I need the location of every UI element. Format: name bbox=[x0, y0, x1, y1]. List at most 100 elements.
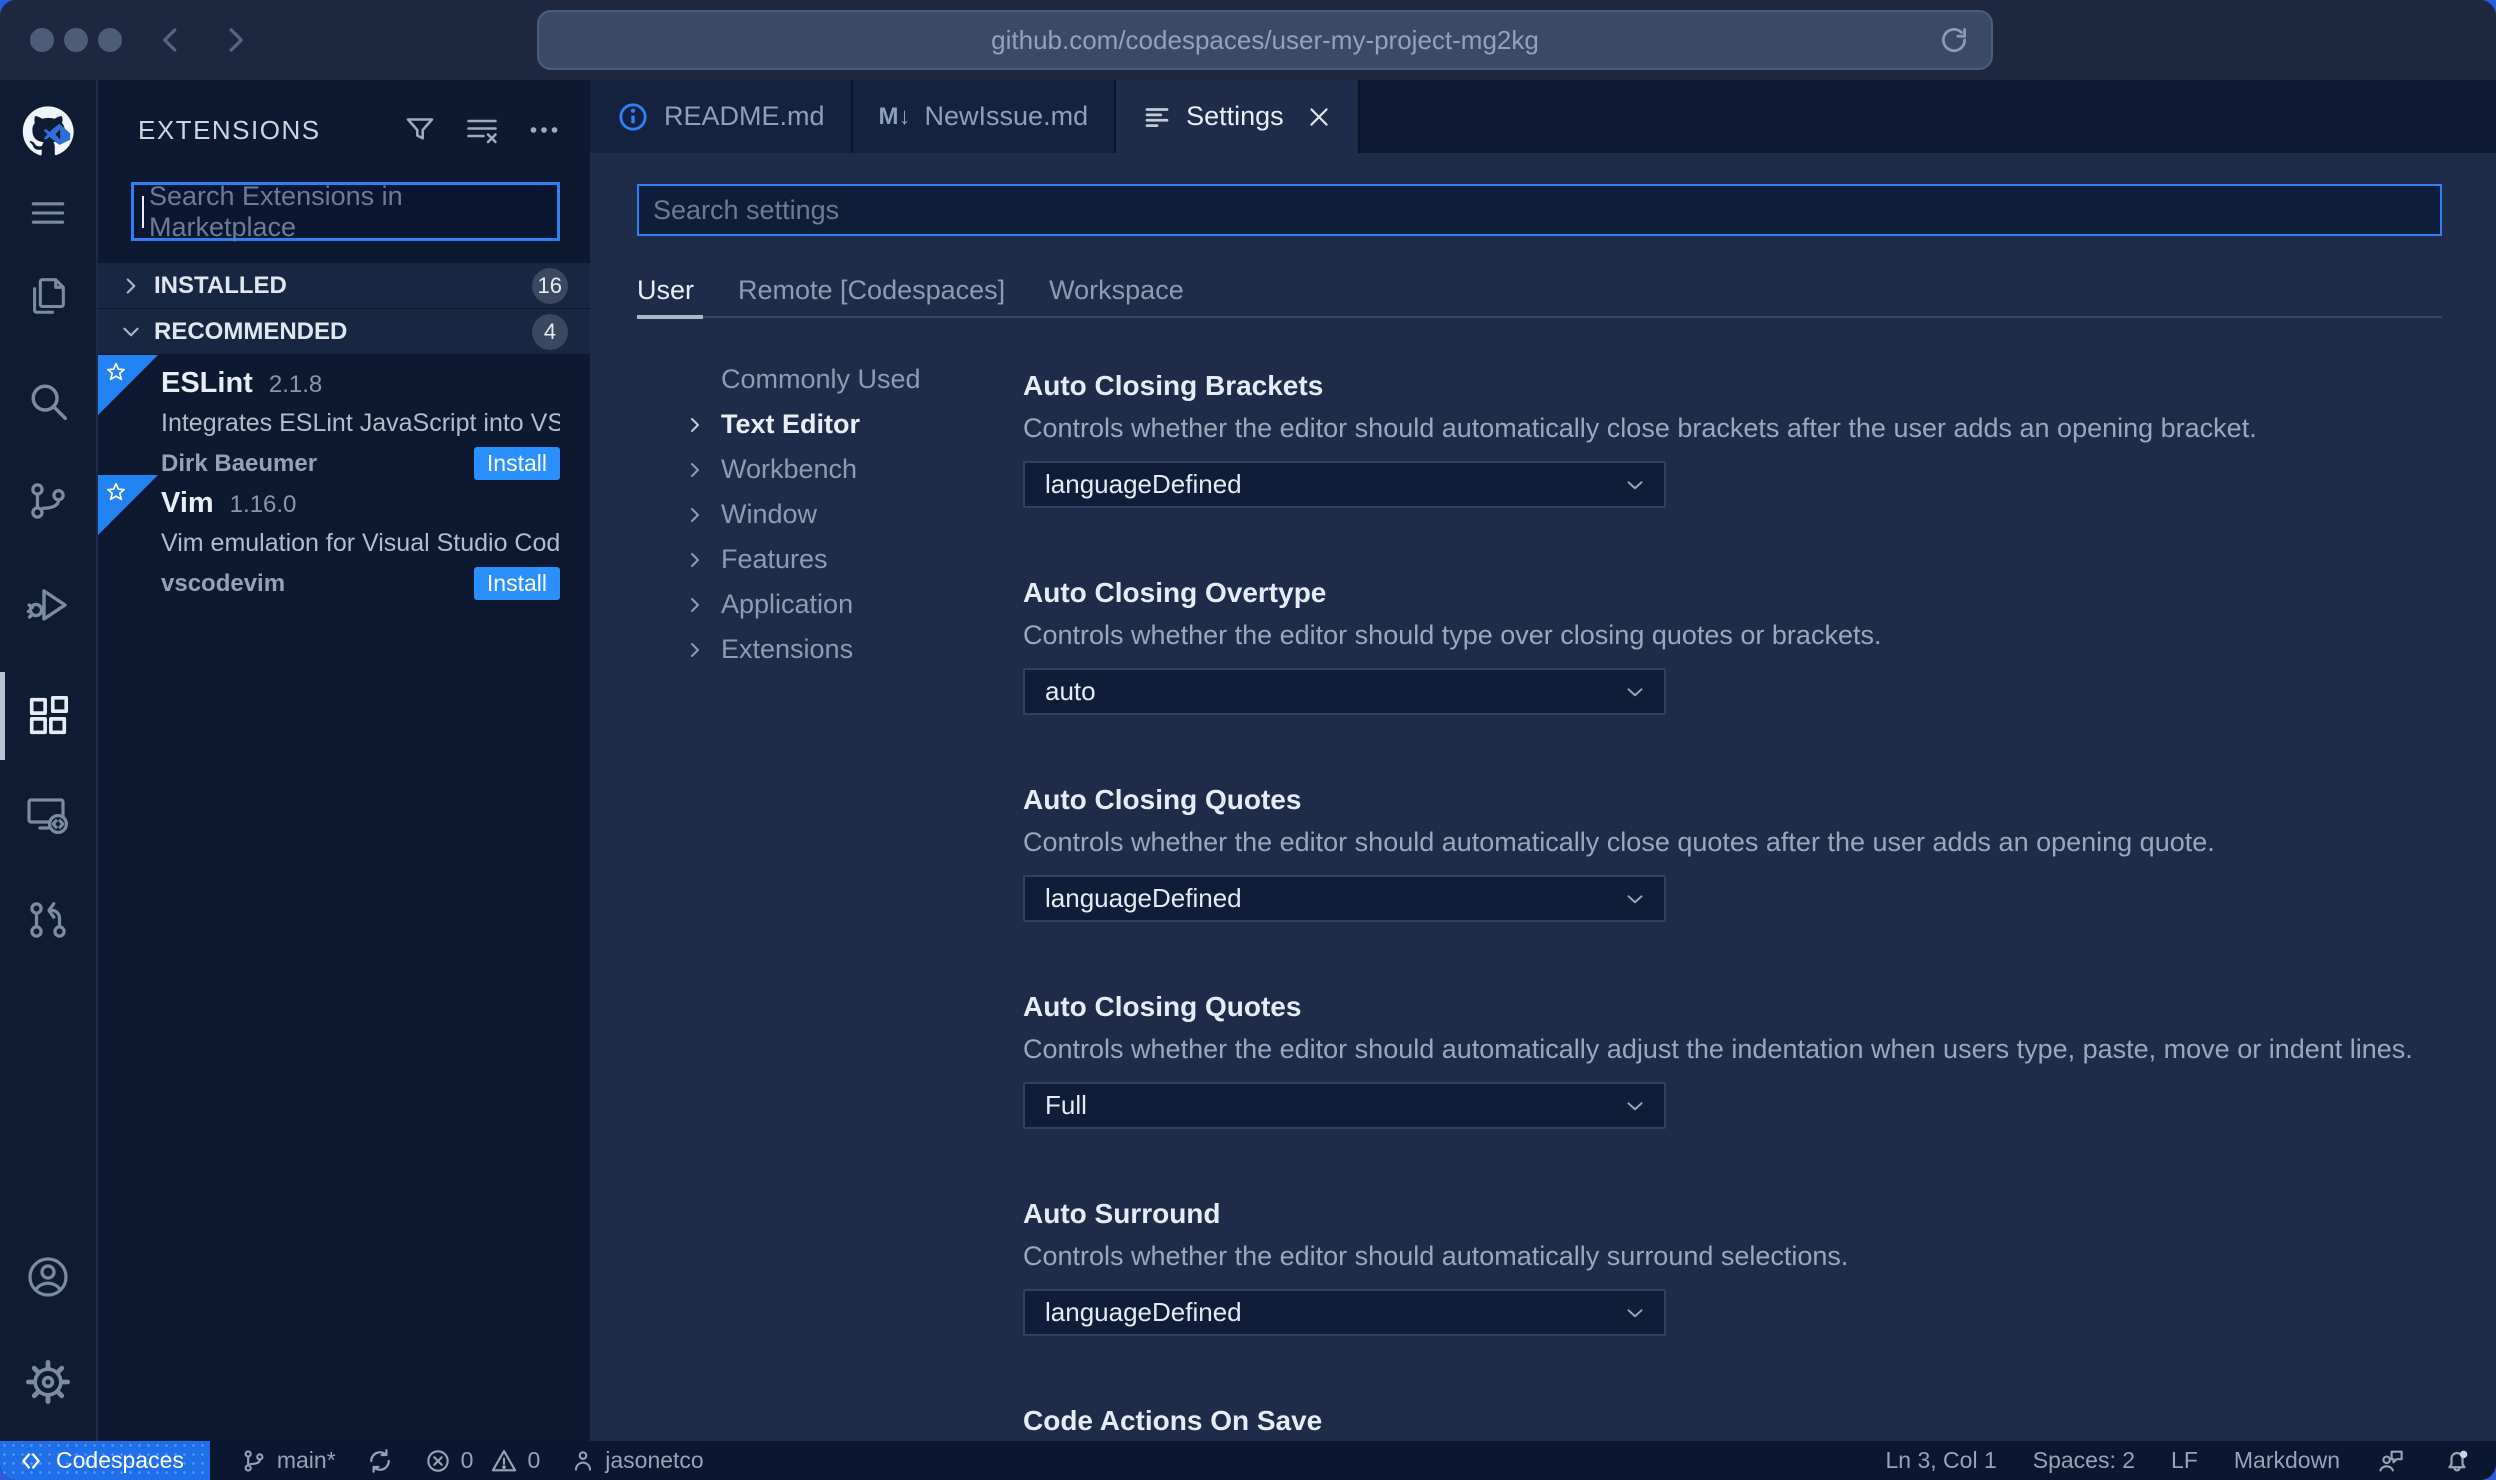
chevron-right-icon bbox=[118, 273, 144, 299]
chevron-down-icon bbox=[1622, 472, 1648, 498]
window-control-dot-3[interactable] bbox=[98, 28, 122, 52]
search-icon[interactable] bbox=[0, 357, 96, 445]
browser-back-icon[interactable] bbox=[156, 25, 186, 55]
run-debug-icon[interactable] bbox=[0, 561, 96, 649]
tab-label: Settings bbox=[1186, 101, 1284, 131]
tab-settings[interactable]: Settings bbox=[1116, 80, 1360, 153]
sidebar-title: EXTENSIONS bbox=[138, 114, 321, 145]
setting-auto-closing-overtype: Auto Closing Overtype Controls whether t… bbox=[1023, 577, 2463, 715]
activity-bar bbox=[0, 80, 96, 1441]
explorer-icon[interactable] bbox=[0, 251, 96, 339]
chevron-down-icon bbox=[118, 319, 144, 345]
setting-value-dropdown[interactable]: languageDefined bbox=[1023, 875, 1666, 922]
codespaces-label: Codespaces bbox=[56, 1447, 184, 1473]
settings-search-input[interactable]: Search settings bbox=[637, 184, 2442, 236]
close-icon[interactable] bbox=[1306, 104, 1332, 130]
extension-publisher: Dirk Baeumer bbox=[161, 449, 318, 477]
setting-title: Auto Closing Quotes bbox=[1023, 784, 1302, 815]
more-actions-icon[interactable] bbox=[526, 112, 562, 148]
section-recommended[interactable]: RECOMMENDED 4 bbox=[98, 309, 590, 355]
setting-auto-closing-brackets: Auto Closing Brackets Controls whether t… bbox=[1023, 370, 2463, 508]
setting-value-dropdown[interactable]: auto bbox=[1023, 668, 1666, 715]
user-status-item[interactable]: jasonetco bbox=[570, 1447, 704, 1474]
reload-icon[interactable] bbox=[1939, 25, 1969, 55]
remote-icon bbox=[18, 1448, 44, 1474]
tab-label: README.md bbox=[664, 101, 825, 131]
scope-tab-workspace[interactable]: Workspace bbox=[1049, 275, 1184, 306]
setting-value-dropdown[interactable]: languageDefined bbox=[1023, 1289, 1666, 1336]
notifications-bell-icon[interactable] bbox=[2442, 1446, 2472, 1476]
url-bar[interactable]: github.com/codespaces/user-my-project-mg… bbox=[537, 10, 1993, 70]
extension-version: 1.16.0 bbox=[229, 491, 297, 518]
extension-item-eslint[interactable]: ESLint 2.1.8 Integrates ESLint JavaScrip… bbox=[98, 355, 590, 480]
url-text: github.com/codespaces/user-my-project-mg… bbox=[991, 24, 1539, 55]
toc-item-application[interactable]: Application bbox=[683, 582, 921, 627]
feedback-icon[interactable] bbox=[2376, 1446, 2406, 1476]
text-cursor bbox=[142, 195, 144, 228]
toc-item-extensions[interactable]: Extensions bbox=[683, 627, 921, 672]
extensions-icon[interactable] bbox=[0, 672, 96, 760]
markdown-icon: M↓ bbox=[878, 102, 911, 130]
sync-status-item[interactable] bbox=[366, 1447, 394, 1475]
branch-status-item[interactable]: main* bbox=[240, 1447, 336, 1475]
browser-forward-icon[interactable] bbox=[220, 25, 250, 55]
settings-gear-icon[interactable] bbox=[0, 1338, 96, 1426]
menu-icon[interactable] bbox=[0, 169, 96, 257]
section-installed[interactable]: INSTALLED 16 bbox=[98, 263, 590, 309]
window-control-dot-2[interactable] bbox=[64, 28, 88, 52]
setting-description: Controls whether the editor should autom… bbox=[1023, 413, 2257, 443]
scope-tab-remote[interactable]: Remote [Codespaces] bbox=[738, 275, 1005, 306]
chevron-right-icon bbox=[683, 593, 709, 617]
language-mode-item[interactable]: Markdown bbox=[2234, 1447, 2340, 1474]
remote-explorer-icon[interactable] bbox=[0, 771, 96, 859]
chevron-down-icon bbox=[1622, 1093, 1648, 1119]
install-button[interactable]: Install bbox=[473, 567, 560, 600]
setting-value-dropdown[interactable]: Full bbox=[1023, 1082, 1666, 1129]
toc-item-window[interactable]: Window bbox=[683, 492, 921, 537]
tab-readme[interactable]: README.md bbox=[590, 80, 853, 153]
window-control-dot-1[interactable] bbox=[30, 28, 54, 52]
cursor-position-item[interactable]: Ln 3, Col 1 bbox=[1886, 1447, 1997, 1474]
setting-title: Auto Closing Overtype bbox=[1023, 577, 1327, 608]
pull-requests-icon[interactable] bbox=[0, 876, 96, 964]
source-control-icon[interactable] bbox=[0, 457, 96, 545]
extensions-sidebar-header: EXTENSIONS bbox=[98, 80, 590, 152]
star-icon bbox=[105, 361, 127, 383]
settings-search-placeholder: Search settings bbox=[653, 194, 840, 225]
toc-item-commonly-used[interactable]: Commonly Used bbox=[683, 357, 921, 402]
extensions-sidebar: EXTENSIONS Search Extensions in Marketpl… bbox=[96, 80, 590, 1441]
extension-item-vim[interactable]: Vim 1.16.0 Vim emulation for Visual Stud… bbox=[98, 475, 590, 600]
warning-count: 0 bbox=[527, 1447, 541, 1473]
tab-newissue[interactable]: M↓ NewIssue.md bbox=[852, 80, 1117, 153]
eol-item[interactable]: LF bbox=[2171, 1447, 2198, 1474]
setting-value-dropdown[interactable]: languageDefined bbox=[1023, 461, 1666, 508]
chevron-down-icon bbox=[1622, 886, 1648, 912]
filter-icon[interactable] bbox=[402, 112, 438, 148]
indentation-item[interactable]: Spaces: 2 bbox=[2033, 1447, 2135, 1474]
toc-item-workbench[interactable]: Workbench bbox=[683, 447, 921, 492]
setting-code-actions-on-save: Code Actions On Save bbox=[1023, 1405, 2463, 1439]
editor-group: README.md M↓ NewIssue.md Settings Search… bbox=[590, 80, 2496, 1441]
active-scope-indicator bbox=[637, 315, 703, 319]
extension-name: ESLint bbox=[161, 367, 253, 399]
problems-status-item[interactable]: 0 0 bbox=[424, 1447, 541, 1475]
tab-label: NewIssue.md bbox=[924, 101, 1089, 131]
extensions-search-input[interactable]: Search Extensions in Marketplace bbox=[131, 181, 560, 242]
account-icon[interactable] bbox=[0, 1233, 96, 1321]
codespaces-remote-button[interactable]: Codespaces bbox=[0, 1441, 210, 1480]
setting-title: Auto Surround bbox=[1023, 1198, 1221, 1229]
chevron-right-icon bbox=[683, 638, 709, 662]
settings-editor-icon bbox=[1142, 102, 1172, 132]
setting-auto-closing-quotes: Auto Closing Quotes Controls whether the… bbox=[1023, 784, 2463, 922]
warning-icon bbox=[490, 1447, 518, 1475]
chevron-right-icon bbox=[683, 503, 709, 527]
chevron-right-icon bbox=[683, 413, 709, 437]
toc-item-features[interactable]: Features bbox=[683, 537, 921, 582]
scope-tab-user[interactable]: User bbox=[637, 275, 694, 306]
scope-tabs-underline bbox=[637, 315, 2442, 319]
toc-item-text-editor[interactable]: Text Editor bbox=[683, 402, 921, 447]
clear-extension-search-icon[interactable] bbox=[464, 112, 500, 148]
workbench: EXTENSIONS Search Extensions in Marketpl… bbox=[0, 80, 2496, 1441]
chevron-down-icon bbox=[1622, 679, 1648, 705]
settings-editor: Search settings User Remote [Codespaces]… bbox=[590, 153, 2496, 1441]
